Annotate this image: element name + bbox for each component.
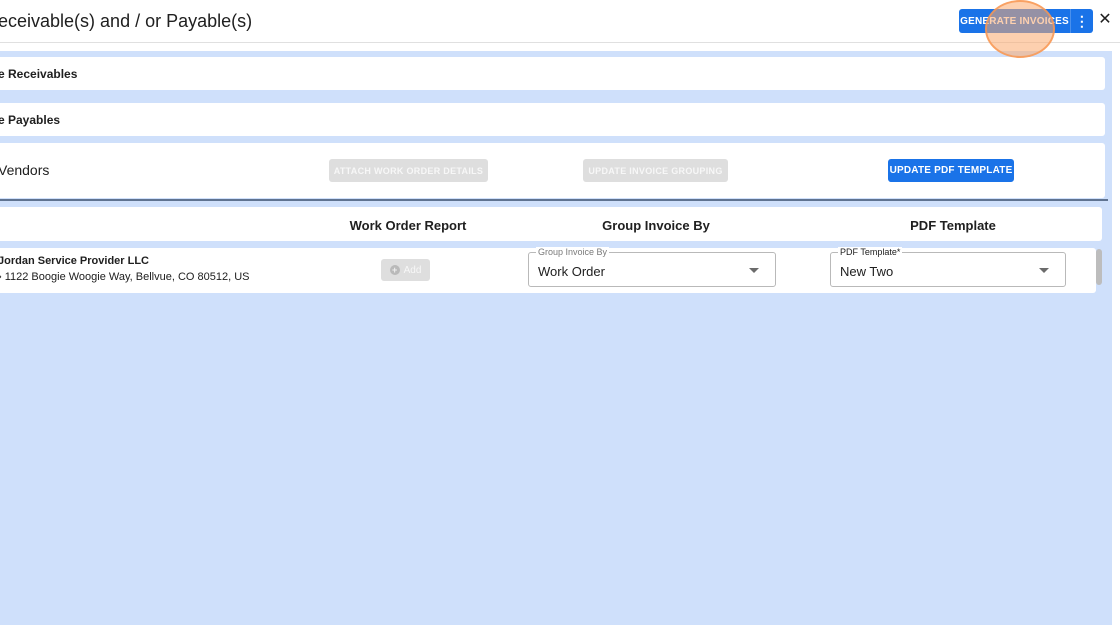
attach-work-order-details-button[interactable]: ATTACH WORK ORDER DETAILS [329, 159, 488, 182]
generate-button-group: GENERATE INVOICES ⋮ [959, 9, 1093, 33]
table-header: Work Order Report Group Invoice By PDF T… [0, 207, 1102, 241]
vendor-name: Jordan Service Provider LLC [0, 255, 149, 267]
dialog-header: eceivable(s) and / or Payable(s) GENERAT… [0, 0, 1120, 43]
add-label: Add [403, 264, 422, 276]
section-divider [0, 199, 1108, 201]
pdf-template-legend: PDF Template* [838, 247, 903, 257]
update-invoice-grouping-button[interactable]: UPDATE INVOICE GROUPING [583, 159, 728, 182]
dialog-body: e Receivables e Payables Vendors ATTACH … [0, 51, 1112, 625]
vendor-address: › 1122 Boogie Woogie Way, Bellvue, CO 80… [0, 271, 250, 283]
page-title: eceivable(s) and / or Payable(s) [0, 11, 253, 31]
dropdown-caret-icon [1039, 268, 1049, 273]
add-work-order-report-button[interactable]: + Add [381, 259, 430, 281]
column-header-work-order-report: Work Order Report [349, 218, 467, 233]
receivables-label: e Receivables [0, 67, 78, 81]
group-invoice-by-legend: Group Invoice By [536, 247, 610, 257]
more-options-button[interactable]: ⋮ [1070, 9, 1093, 33]
pdf-template-value: New Two [840, 264, 894, 279]
dropdown-caret-icon [749, 268, 759, 273]
payables-section[interactable]: e Payables [0, 103, 1105, 136]
payables-label: e Payables [0, 113, 61, 127]
scrollbar-thumb[interactable] [1096, 249, 1102, 285]
generate-invoices-button[interactable]: GENERATE INVOICES [959, 9, 1070, 33]
column-header-pdf-template: PDF Template [910, 218, 996, 233]
add-circle-icon: + [389, 265, 400, 275]
table-row: Jordan Service Provider LLC › 1122 Boogi… [0, 247, 1096, 293]
vendors-title: Vendors [0, 162, 50, 178]
update-pdf-template-button[interactable]: UPDATE PDF TEMPLATE [888, 159, 1014, 182]
group-invoice-by-select[interactable]: Group Invoice By Work Order [528, 247, 776, 287]
group-invoice-by-value: Work Order [538, 264, 605, 279]
vendors-section: Vendors ATTACH WORK ORDER DETAILS UPDATE… [0, 143, 1105, 198]
close-icon[interactable]: ✕ [1098, 11, 1112, 29]
receivables-section[interactable]: e Receivables [0, 57, 1105, 90]
more-vertical-icon: ⋮ [1074, 12, 1090, 29]
column-header-group-invoice-by: Group Invoice By [602, 218, 710, 233]
pdf-template-select[interactable]: PDF Template* New Two [830, 247, 1066, 287]
